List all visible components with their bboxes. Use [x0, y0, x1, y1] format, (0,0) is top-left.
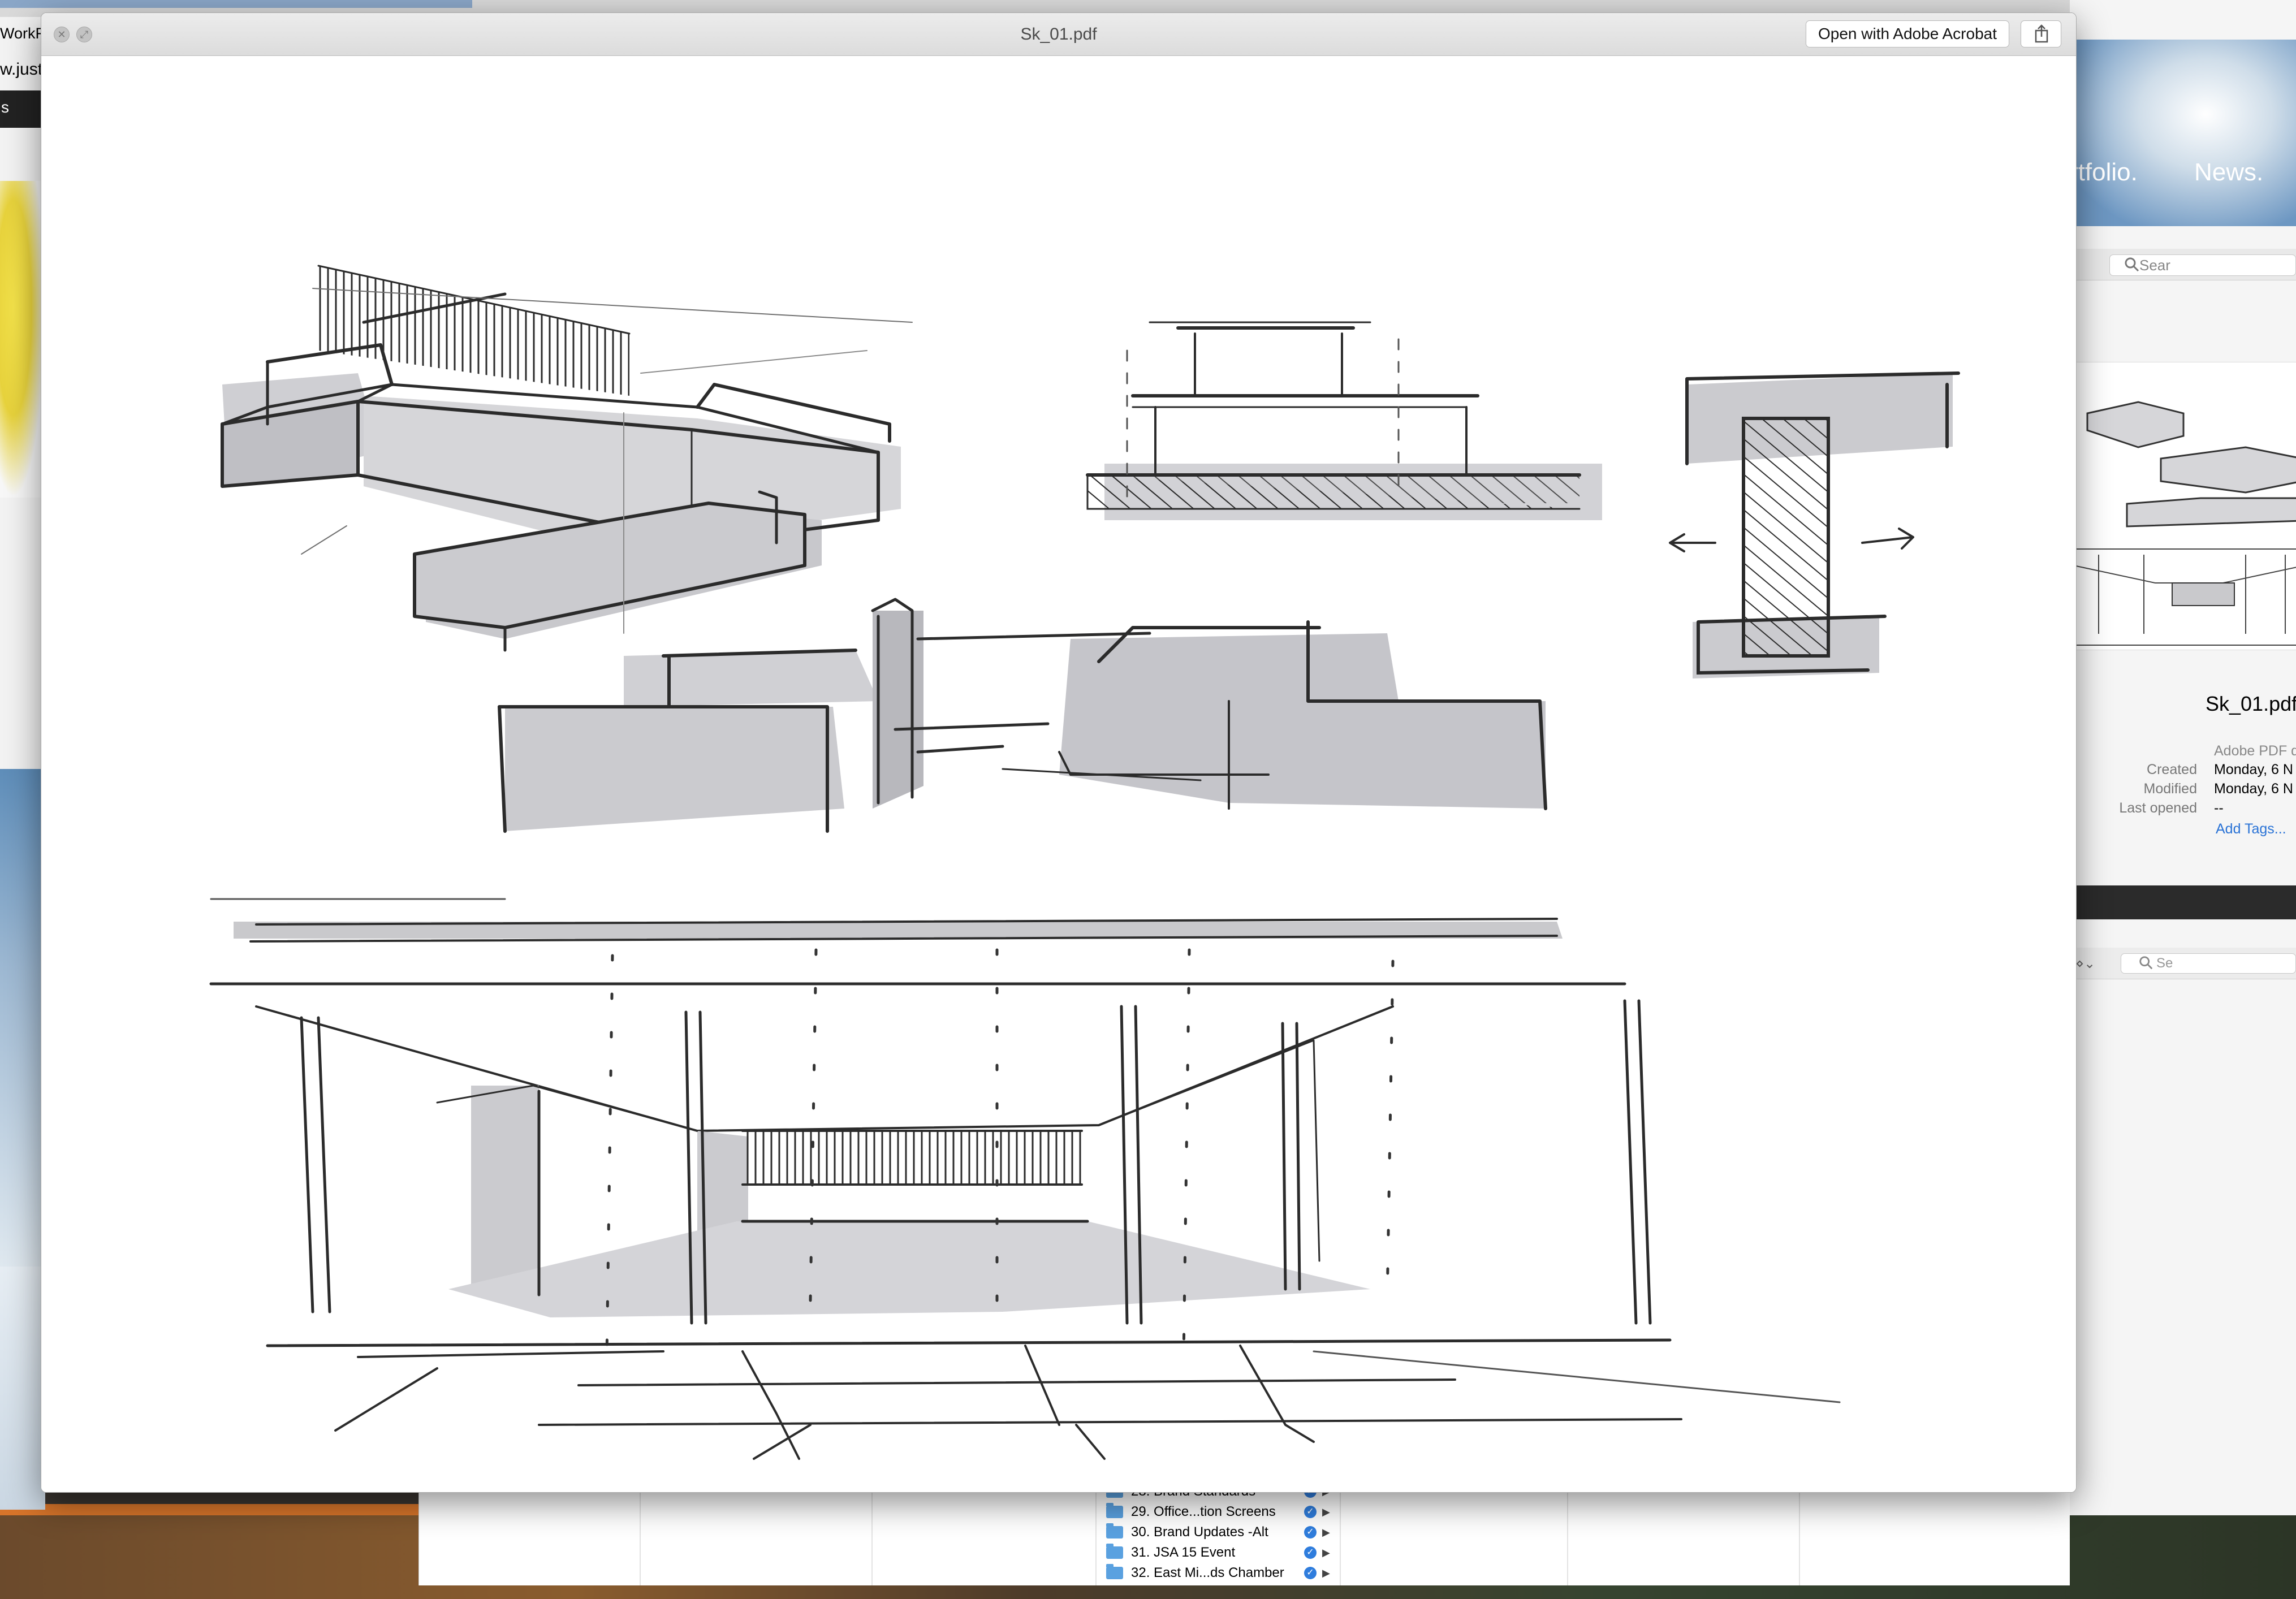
search-placeholder-2: Se	[2156, 956, 2173, 971]
modified-value: Monday, 6 N	[2214, 781, 2293, 797]
isometric-massing-sketch	[221, 265, 913, 652]
finder-search-field-2[interactable]: Se	[2121, 953, 2296, 974]
created-label: Created	[2147, 762, 2197, 777]
fullscreen-button[interactable]: ⤢	[76, 27, 92, 42]
page-image-fragment	[0, 181, 45, 498]
website-nav-portfolio[interactable]: rtfolio.	[2070, 158, 2138, 187]
folder-row[interactable]: 30. Brand Updates -Alt ✓ ▶	[1106, 1522, 1330, 1542]
perspective-interior-sketch	[209, 898, 1841, 1460]
page-photo-fragment-2	[0, 1267, 45, 1510]
pdf-page[interactable]	[41, 57, 2076, 1492]
sync-check-icon: ✓	[1304, 1506, 1317, 1518]
section-sketch	[1086, 321, 1602, 520]
desktop: WorkFlo w.just s rtfolio. News. Sear	[0, 0, 2296, 1599]
file-preview-thumbnail	[2075, 362, 2296, 650]
sync-check-icon: ✓	[1304, 1567, 1317, 1579]
column-divider	[640, 1481, 641, 1585]
browser-tab-fragment[interactable]: WorkFlo	[0, 25, 45, 42]
page-photo-fragment	[0, 769, 45, 1267]
folder-icon	[1106, 1544, 1123, 1559]
close-button[interactable]: ✕	[54, 27, 70, 42]
folder-name: 29. Office...tion Screens	[1131, 1504, 1276, 1519]
elevation-sketch	[498, 598, 1547, 833]
background-browser-window[interactable]: WorkFlo w.just s	[0, 17, 45, 1510]
file-kind-label: Adobe PDF d	[2214, 743, 2296, 759]
browser-url-fragment[interactable]: w.just	[0, 60, 42, 79]
folder-icon	[1106, 1523, 1123, 1539]
folder-name: 30. Brand Updates -Alt	[1131, 1524, 1268, 1540]
background-window-edge	[0, 1504, 430, 1516]
last-opened-value: --	[2214, 800, 2224, 816]
modified-label: Modified	[2143, 781, 2198, 797]
folder-name: 31. JSA 15 Event	[1131, 1545, 1236, 1560]
share-button[interactable]	[2021, 20, 2061, 47]
background-finder-window[interactable]: rtfolio. News. Sear Sk_01.pdf Adobe PDF …	[2070, 0, 2296, 1515]
sync-check-icon: ✓	[1304, 1546, 1317, 1559]
browser-toolbar-fragment: s	[0, 90, 45, 128]
disclosure-arrow-icon: ▶	[1322, 1546, 1330, 1558]
plan-diagram-sketch	[1669, 371, 1960, 679]
website-header-photo	[2070, 40, 2296, 226]
finder-column-view[interactable]: 28. Brand Standards ✓ ▶ 29. Office...tio…	[418, 1481, 2070, 1585]
sync-check-icon: ✓	[1304, 1526, 1317, 1539]
folder-icon	[1106, 1503, 1123, 1518]
disclosure-arrow-icon: ▶	[1322, 1506, 1330, 1518]
dropbox-menu-icon[interactable]: ⋄⌄	[2075, 956, 2095, 972]
created-value: Monday, 6 N	[2214, 762, 2293, 777]
folder-row[interactable]: 32. East Mi...ds Chamber ✓ ▶	[1106, 1563, 1330, 1583]
column-divider	[1799, 1481, 1800, 1585]
search-icon	[2124, 256, 2140, 278]
quick-look-window[interactable]: Sk_01.pdf ✕ ⤢ Open with Adobe Acrobat	[41, 12, 2077, 1493]
search-placeholder: Sear	[2139, 257, 2170, 274]
column-divider	[1340, 1481, 1341, 1585]
window-separator	[2070, 885, 2296, 919]
disclosure-arrow-icon: ▶	[1322, 1526, 1330, 1538]
toolbar-text-fragment: s	[1, 98, 9, 116]
column-divider	[1567, 1481, 1568, 1585]
folder-name: 32. East Mi...ds Chamber	[1131, 1565, 1284, 1580]
close-icon: ✕	[57, 29, 66, 40]
fullscreen-icon: ⤢	[80, 29, 89, 40]
folder-icon	[1106, 1564, 1123, 1579]
column-divider	[871, 1481, 873, 1585]
open-with-acrobat-button[interactable]: Open with Adobe Acrobat	[1806, 20, 2009, 47]
column-divider	[1095, 1481, 1097, 1585]
folder-row[interactable]: 31. JSA 15 Event ✓ ▶	[1106, 1542, 1330, 1563]
architectural-sketch	[209, 265, 1960, 1460]
website-nav-news[interactable]: News.	[2194, 158, 2263, 187]
search-icon	[2138, 955, 2154, 976]
folder-row[interactable]: 29. Office...tion Screens ✓ ▶	[1106, 1502, 1330, 1522]
quick-look-titlebar[interactable]: Sk_01.pdf ✕ ⤢ Open with Adobe Acrobat	[41, 13, 2076, 56]
add-tags-link[interactable]: Add Tags...	[2216, 821, 2286, 837]
window-title: Sk_01.pdf	[1020, 25, 1097, 44]
finder-search-field[interactable]: Sear	[2109, 254, 2296, 276]
file-name-label: Sk_01.pdf	[2206, 692, 2296, 715]
disclosure-arrow-icon: ▶	[1322, 1567, 1330, 1579]
last-opened-label: Last opened	[2119, 800, 2197, 816]
share-icon	[2035, 24, 2048, 43]
